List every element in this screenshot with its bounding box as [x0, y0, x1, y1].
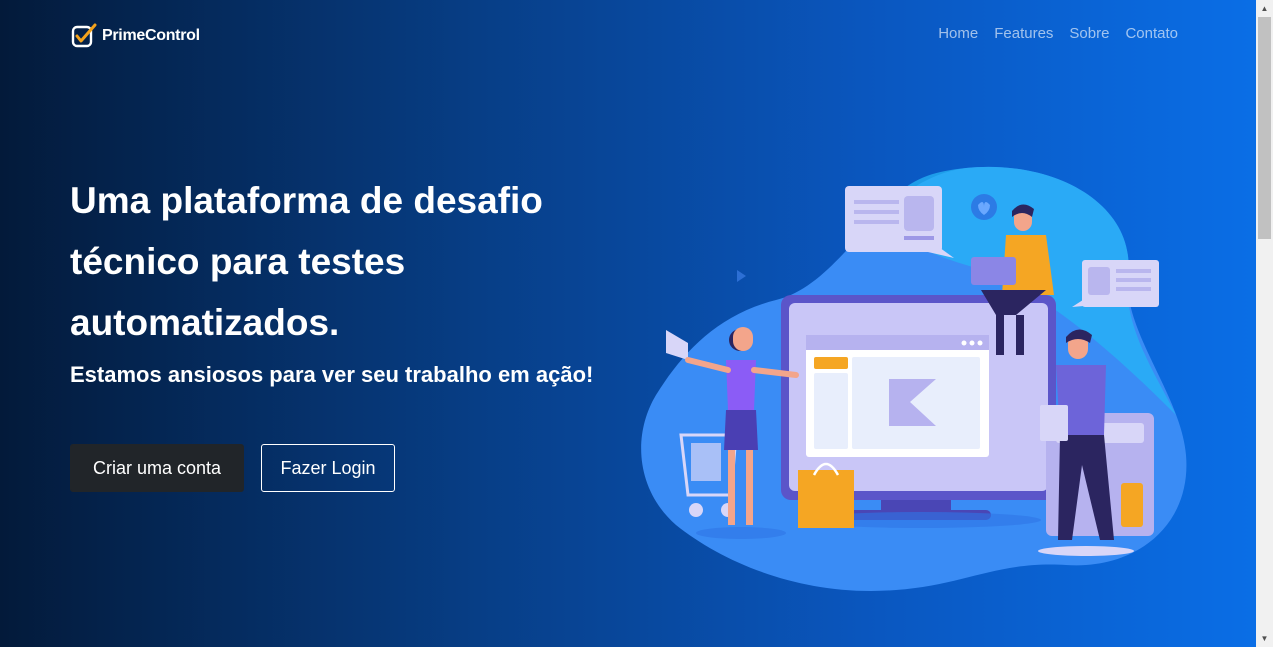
nav-features[interactable]: Features: [994, 25, 1053, 42]
nav-contato[interactable]: Contato: [1125, 25, 1178, 42]
nav-home[interactable]: Home: [938, 25, 978, 42]
hero-title: Uma plataforma de desafio técnico para t…: [70, 180, 543, 343]
create-account-button[interactable]: Criar uma conta: [70, 444, 244, 492]
team-working-illustration: [641, 166, 1187, 591]
vertical-scrollbar[interactable]: ▲ ▼: [1256, 0, 1273, 647]
brand-logo[interactable]: PrimeControl: [70, 22, 200, 50]
navbar: PrimeControl Home Features Sobre Contato: [0, 0, 1256, 70]
nav-sobre[interactable]: Sobre: [1069, 25, 1109, 42]
check-badge-icon: [71, 23, 97, 48]
nav-links: Home Features Sobre Contato: [938, 25, 1178, 42]
scroll-up-arrow-icon[interactable]: ▲: [1256, 0, 1273, 17]
scroll-down-arrow-icon[interactable]: ▼: [1256, 630, 1273, 647]
brand-name: PrimeControl: [102, 27, 200, 44]
hero-subtitle: Estamos ansiosos para ver seu trabalho e…: [70, 362, 594, 387]
scrollbar-thumb[interactable]: [1258, 17, 1271, 239]
landing-page: PrimeControl Home Features Sobre Contato…: [0, 0, 1256, 647]
login-button[interactable]: Fazer Login: [261, 444, 395, 492]
